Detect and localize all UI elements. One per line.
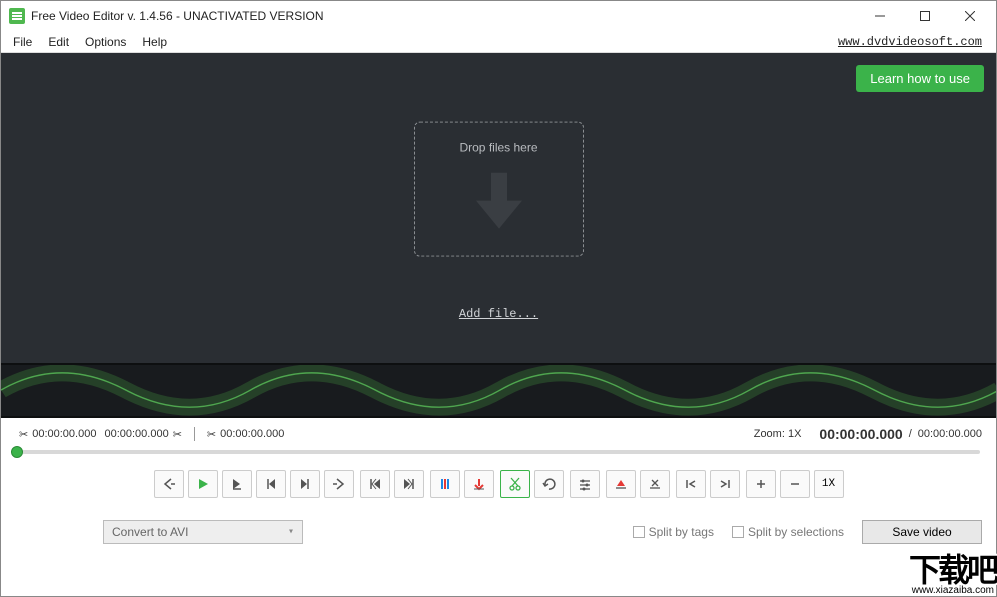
time-info-row: ✂ 00:00:00.000 00:00:00.000 ✂ ✂ 00:00:00…	[1, 418, 996, 446]
selection-end-time: 00:00:00.000	[104, 428, 168, 440]
selection-start-time: 00:00:00.000	[32, 428, 96, 440]
position-time: 00:00:00.000	[819, 426, 902, 442]
zoom-out-button[interactable]	[780, 470, 810, 498]
learn-how-button[interactable]: Learn how to use	[856, 65, 984, 92]
menu-edit[interactable]: Edit	[40, 33, 77, 51]
next-keyframe-button[interactable]	[394, 470, 424, 498]
titlebar: Free Video Editor v. 1.4.56 - UNACTIVATE…	[1, 1, 996, 31]
checkbox-icon	[732, 526, 744, 538]
step-forward-button[interactable]	[324, 470, 354, 498]
mark-in-button[interactable]	[606, 470, 636, 498]
close-button[interactable]	[947, 2, 992, 30]
controls-row: 1X	[1, 464, 996, 508]
duration-time: 00:00:00.000	[918, 428, 982, 440]
output-format-dropdown[interactable]: Convert to AVI	[103, 520, 303, 544]
split-by-tags-checkbox[interactable]: Split by tags	[633, 525, 714, 539]
step-back-button[interactable]	[154, 470, 184, 498]
save-video-button[interactable]: Save video	[862, 520, 982, 544]
seek-slider[interactable]	[17, 450, 980, 454]
delete-selection-button[interactable]	[464, 470, 494, 498]
menu-file[interactable]: File	[5, 33, 40, 51]
checkbox-icon	[633, 526, 645, 538]
drop-label: Drop files here	[459, 141, 537, 155]
site-link[interactable]: www.dvdvideosoft.com	[838, 35, 992, 49]
menubar: File Edit Options Help www.dvdvideosoft.…	[1, 31, 996, 53]
scissors-icon: ✂	[19, 428, 28, 441]
watermark: 下载吧 www.xiazaiba.com	[909, 556, 996, 596]
goto-start-button[interactable]	[676, 470, 706, 498]
cut-time: 00:00:00.000	[220, 428, 284, 440]
video-preview-area: Learn how to use Drop files here Add fil…	[1, 53, 996, 363]
split-sel-label: Split by selections	[748, 525, 844, 539]
time-separator: /	[909, 428, 912, 440]
waveform-area[interactable]	[1, 363, 996, 418]
add-file-link[interactable]: Add file...	[459, 307, 538, 321]
play-to-end-button[interactable]	[222, 470, 252, 498]
drop-zone[interactable]: Drop files here	[414, 122, 584, 257]
split-tags-label: Split by tags	[649, 525, 714, 539]
rotate-button[interactable]	[534, 470, 564, 498]
maximize-button[interactable]	[902, 2, 947, 30]
down-arrow-icon	[474, 173, 524, 229]
app-icon	[9, 8, 25, 24]
watermark-url: www.xiazaiba.com	[910, 585, 996, 596]
seek-thumb[interactable]	[11, 446, 23, 458]
scissors-icon: ✂	[207, 428, 216, 441]
split-by-selections-checkbox[interactable]: Split by selections	[732, 525, 844, 539]
zoom-label: Zoom: 1X	[754, 428, 802, 440]
save-label: Save video	[892, 525, 951, 539]
play-button[interactable]	[188, 470, 218, 498]
zoom-in-button[interactable]	[746, 470, 776, 498]
next-frame-button[interactable]	[290, 470, 320, 498]
zoom-reset-button[interactable]: 1X	[814, 470, 844, 498]
mark-selection-button[interactable]	[430, 470, 460, 498]
format-label: Convert to AVI	[112, 525, 188, 539]
window-title: Free Video Editor v. 1.4.56 - UNACTIVATE…	[31, 9, 857, 23]
minimize-button[interactable]	[857, 2, 902, 30]
goto-end-button[interactable]	[710, 470, 740, 498]
menu-help[interactable]: Help	[134, 33, 175, 51]
settings-button[interactable]	[570, 470, 600, 498]
separator	[194, 427, 195, 441]
seek-slider-row	[1, 446, 996, 464]
menu-options[interactable]: Options	[77, 33, 134, 51]
cut-button[interactable]	[500, 470, 530, 498]
watermark-text: 下载吧	[909, 556, 996, 585]
bottom-row: Convert to AVI Split by tags Split by se…	[1, 508, 996, 556]
prev-frame-button[interactable]	[256, 470, 286, 498]
mark-out-button[interactable]	[640, 470, 670, 498]
scissors-icon: ✂	[173, 428, 182, 441]
prev-keyframe-button[interactable]	[360, 470, 390, 498]
